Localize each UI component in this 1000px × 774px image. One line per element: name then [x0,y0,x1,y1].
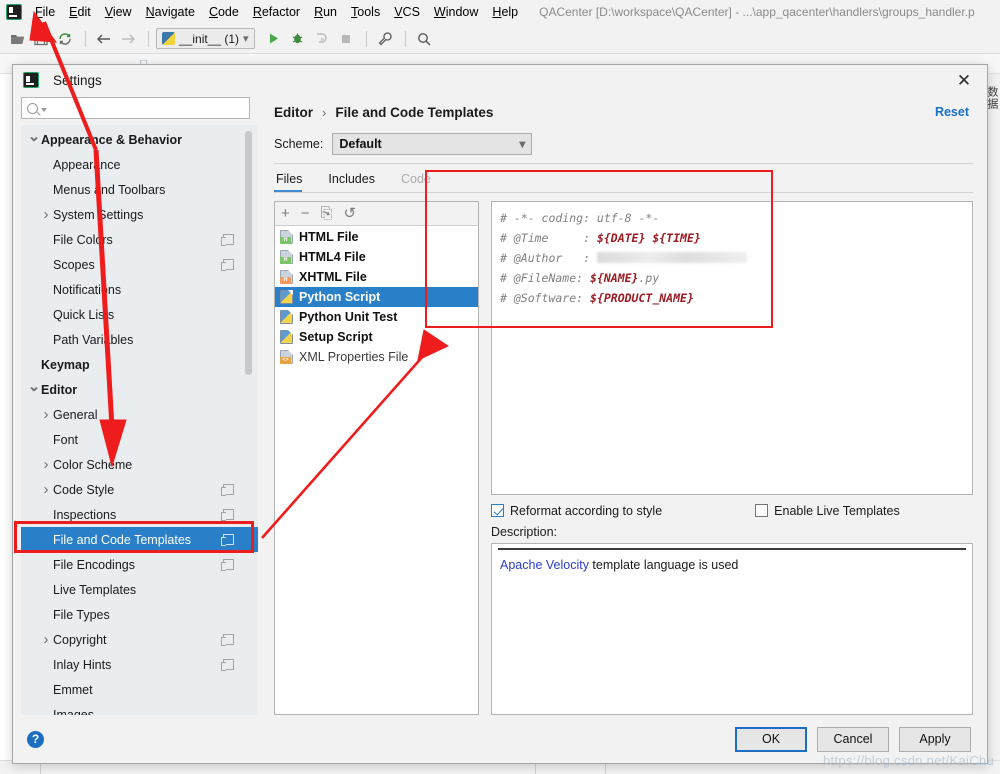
watermark: https://blog.csdn.net/KaiChu [822,753,994,768]
screenshot-root: File Edit View Navigate Code Refactor Run Tools… [0,0,1000,774]
annotation-arrows [29,10,450,539]
